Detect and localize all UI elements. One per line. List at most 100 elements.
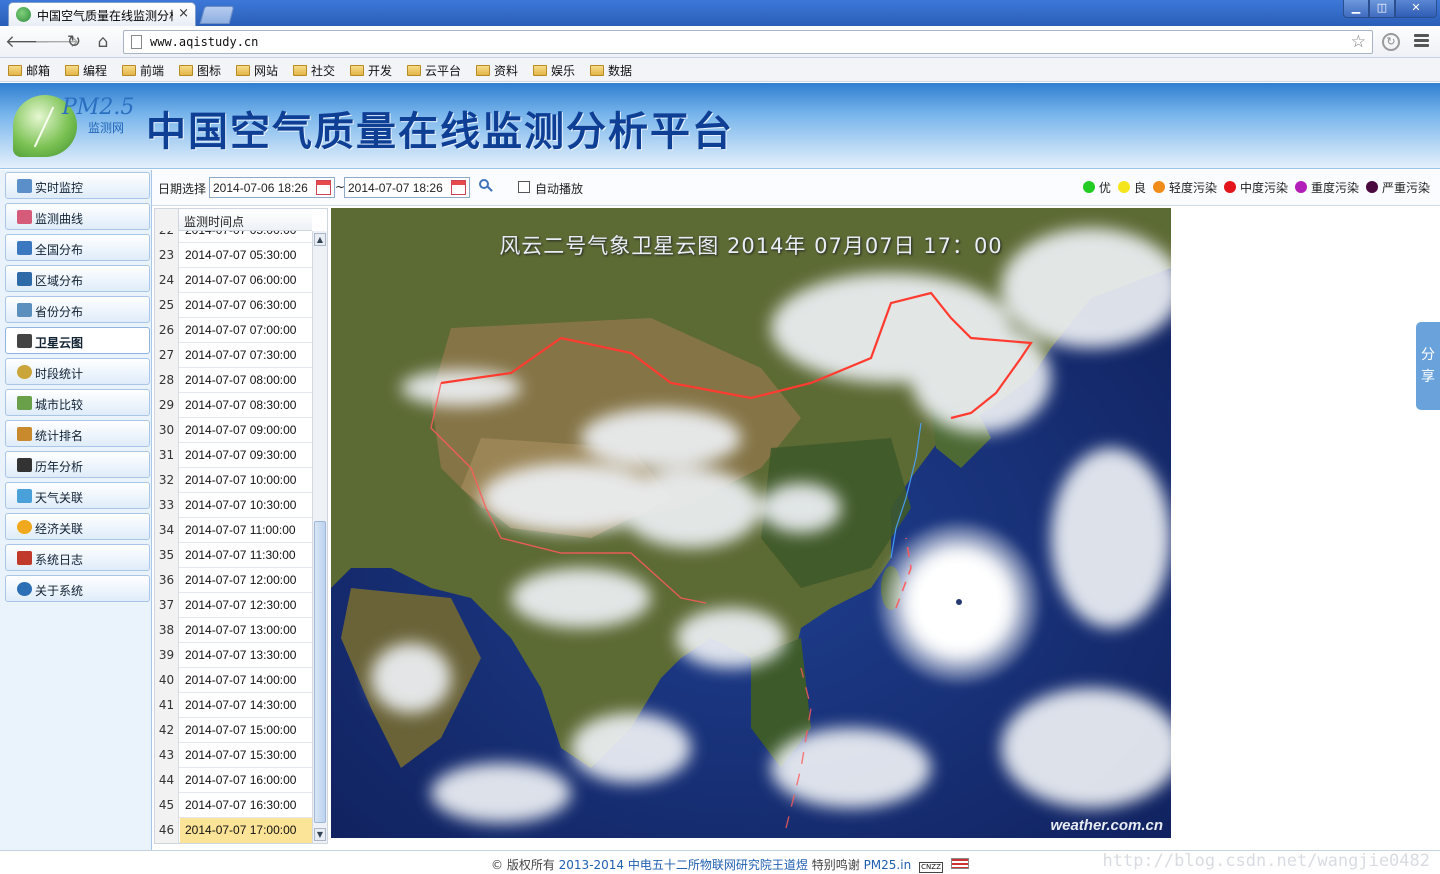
reload-icon[interactable]: ↻	[63, 31, 85, 53]
bookmark-item[interactable]: 邮箱	[8, 62, 50, 78]
bookmark-item[interactable]: 网站	[236, 62, 278, 78]
bookmark-item[interactable]: 娱乐	[533, 62, 575, 78]
sidebar-item[interactable]: 实时监控	[5, 172, 150, 199]
calendar-icon[interactable]	[316, 180, 331, 195]
end-date-input[interactable]: 2014-07-07 18:26	[344, 177, 470, 198]
sidebar-item-label: 统计排名	[35, 429, 84, 443]
footer-org-link[interactable]: 2013-2014 中电五十二所物联网研究院王道煜	[559, 858, 808, 872]
share-label: 分享	[1421, 347, 1435, 385]
time-list-row[interactable]: 24 2014-07-07 06:00:00	[155, 268, 312, 293]
bookmark-item[interactable]: 数据	[590, 62, 632, 78]
time-list-row[interactable]: 35 2014-07-07 11:30:00	[155, 543, 312, 568]
new-tab-button[interactable]	[199, 6, 235, 24]
cnzz-badge[interactable]: CNZZ	[919, 862, 944, 873]
footer-site-link[interactable]: PM25.in	[864, 858, 912, 872]
sidebar-item[interactable]: 统计排名	[5, 420, 150, 447]
calendar-icon[interactable]	[451, 180, 466, 195]
row-time: 2014-07-07 15:30:00	[185, 748, 297, 762]
sidebar-item[interactable]: 区域分布	[5, 265, 150, 292]
time-list-row[interactable]: 23 2014-07-07 05:30:00	[155, 243, 312, 268]
row-index: 28	[155, 368, 179, 393]
time-list-row[interactable]: 25 2014-07-07 06:30:00	[155, 293, 312, 318]
time-list-row[interactable]: 32 2014-07-07 10:00:00	[155, 468, 312, 493]
sidebar-item[interactable]: 历年分析	[5, 451, 150, 478]
row-time: 2014-07-07 05:30:00	[185, 248, 297, 262]
legend-label: 中度污染	[1239, 181, 1288, 195]
row-time: 2014-07-07 08:30:00	[185, 398, 297, 412]
time-list-row[interactable]: 29 2014-07-07 08:30:00	[155, 393, 312, 418]
search-icon[interactable]	[479, 179, 493, 193]
scroll-thumb[interactable]	[314, 521, 326, 823]
province-icon	[17, 303, 32, 317]
autoplay-label[interactable]: 自动播放	[535, 180, 583, 197]
row-index: 45	[155, 793, 179, 818]
folder-icon	[533, 65, 547, 76]
time-list-row[interactable]: 45 2014-07-07 16:30:00	[155, 793, 312, 818]
time-list-row[interactable]: 31 2014-07-07 09:30:00	[155, 443, 312, 468]
row-time: 2014-07-07 07:30:00	[185, 348, 297, 362]
scroll-up-arrow-icon[interactable]: ▲	[314, 233, 326, 246]
sidebar-item[interactable]: 城市比较	[5, 389, 150, 416]
autoplay-checkbox[interactable]	[518, 181, 530, 193]
row-index: 24	[155, 268, 179, 293]
extension-icon[interactable]: ↻	[1382, 33, 1400, 51]
time-list-row[interactable]: 27 2014-07-07 07:30:00	[155, 343, 312, 368]
folder-icon	[590, 65, 604, 76]
sidebar-item-label: 省份分布	[35, 305, 84, 319]
url-text[interactable]: www.aqistudy.cn	[150, 35, 258, 49]
bookmark-item[interactable]: 前端	[122, 62, 164, 78]
sidebar-item[interactable]: 全国分布	[5, 234, 150, 261]
sidebar-item[interactable]: 关于系统	[5, 575, 150, 602]
sidebar-item[interactable]: 监测曲线	[5, 203, 150, 230]
sidebar-item[interactable]: 卫星云图	[5, 327, 150, 354]
bookmark-item[interactable]: 开发	[350, 62, 392, 78]
time-list-row[interactable]: 39 2014-07-07 13:30:00	[155, 643, 312, 668]
time-list-row[interactable]: 28 2014-07-07 08:00:00	[155, 368, 312, 393]
time-list-row[interactable]: 46 2014-07-07 17:00:00	[155, 818, 312, 843]
bookmark-label: 编程	[83, 64, 108, 78]
home-icon[interactable]: ⌂	[92, 31, 114, 53]
window-maximize-button[interactable]: ◫	[1369, 0, 1395, 18]
tab-close-icon[interactable]: ×	[178, 6, 189, 21]
browser-menu-icon[interactable]	[1414, 34, 1429, 49]
back-arrow-icon[interactable]: 🡐	[5, 31, 51, 53]
time-list-row[interactable]: 38 2014-07-07 13:00:00	[155, 618, 312, 643]
scroll-down-arrow-icon[interactable]: ▼	[314, 828, 326, 841]
share-button[interactable]: 分享	[1416, 322, 1440, 410]
sidebar-item[interactable]: 时段统计	[5, 358, 150, 385]
sidebar-item[interactable]: 经济关联	[5, 513, 150, 540]
bookmark-item[interactable]: 云平台	[407, 62, 461, 78]
folder-icon	[293, 65, 307, 76]
bookmark-item[interactable]: 编程	[65, 62, 107, 78]
time-list-row[interactable]: 37 2014-07-07 12:30:00	[155, 593, 312, 618]
time-list-row[interactable]: 43 2014-07-07 15:30:00	[155, 743, 312, 768]
time-list-row[interactable]: 36 2014-07-07 12:00:00	[155, 568, 312, 593]
bookmark-label: 资料	[494, 64, 519, 78]
time-list-row[interactable]: 41 2014-07-07 14:30:00	[155, 693, 312, 718]
start-date-input[interactable]: 2014-07-06 18:26	[209, 177, 335, 198]
sidebar-item[interactable]: 省份分布	[5, 296, 150, 323]
time-list-row[interactable]: 34 2014-07-07 11:00:00	[155, 518, 312, 543]
sidebar-item-label: 全国分布	[35, 243, 84, 257]
address-bar[interactable]: www.aqistudy.cn ☆	[123, 30, 1373, 54]
browser-tab[interactable]: 中国空气质量在线监测分析 ×	[8, 2, 196, 26]
row-time: 2014-07-07 17:00:00	[185, 823, 297, 837]
sidebar-item-label: 关于系统	[35, 584, 84, 598]
time-list-row[interactable]: 44 2014-07-07 16:00:00	[155, 768, 312, 793]
bookmark-item[interactable]: 资料	[476, 62, 518, 78]
bookmark-star-icon[interactable]: ☆	[1351, 32, 1366, 52]
time-list-row[interactable]: 40 2014-07-07 14:00:00	[155, 668, 312, 693]
time-list-scrollbar[interactable]: ▲ ▼	[312, 231, 327, 843]
sidebar-item[interactable]: 天气关联	[5, 482, 150, 509]
bookmark-item[interactable]: 图标	[179, 62, 221, 78]
window-close-button[interactable]: ✕	[1395, 0, 1437, 18]
time-list-row[interactable]: 30 2014-07-07 09:00:00	[155, 418, 312, 443]
bookmark-item[interactable]: 社交	[293, 62, 335, 78]
flag-icon	[950, 858, 969, 869]
window-minimize-button[interactable]: ▁	[1343, 0, 1369, 18]
sidebar-item[interactable]: 系统日志	[5, 544, 150, 571]
time-list-row[interactable]: 26 2014-07-07 07:00:00	[155, 318, 312, 343]
time-list-row[interactable]: 42 2014-07-07 15:00:00	[155, 718, 312, 743]
forward-arrow-icon[interactable]: 🡒	[34, 31, 80, 53]
time-list-row[interactable]: 33 2014-07-07 10:30:00	[155, 493, 312, 518]
